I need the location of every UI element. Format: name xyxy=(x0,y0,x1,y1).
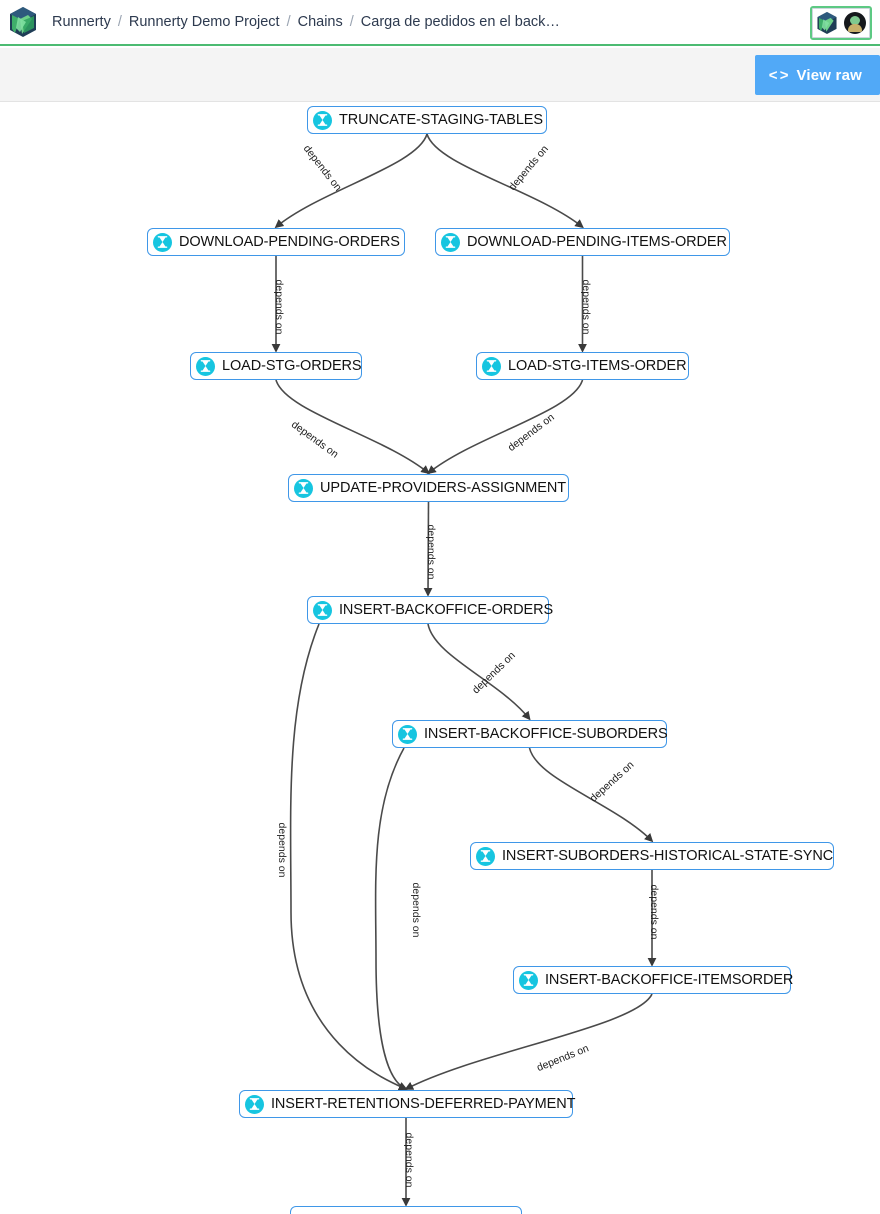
hourglass-icon xyxy=(482,356,501,376)
runnerty-logo-icon[interactable] xyxy=(816,11,838,35)
breadcrumb-item-2[interactable]: Chains xyxy=(298,14,343,30)
dag-node-label: INSERT-BACKOFFICE-SUBORDERS xyxy=(424,726,668,742)
hourglass-icon xyxy=(196,356,215,376)
dag-node-label: DOWNLOAD-PENDING-ORDERS xyxy=(179,234,400,250)
dag-node-label: INSERT-BACKOFFICE-ITEMSORDER xyxy=(545,972,794,988)
dag-node-label: INSERT-BACKOFFICE-ORDERS xyxy=(339,602,554,618)
dag-canvas[interactable]: depends on depends on depends on depends on… xyxy=(0,102,880,1214)
dag-edge-label: depends on xyxy=(506,411,557,454)
dag-edge-label: depends on xyxy=(588,759,637,805)
dag-edge-label: depends on xyxy=(301,143,344,194)
runnerty-logo-icon[interactable] xyxy=(8,6,38,38)
dag-node-insert-suborders-historical-state-sync[interactable]: INSERT-SUBORDERS-HISTORICAL-STATE-SYNC xyxy=(470,842,834,870)
dag-node-download-pending-orders[interactable]: DOWNLOAD-PENDING-ORDERS xyxy=(147,228,405,256)
hourglass-icon xyxy=(441,232,460,252)
dag-edge-label: depends on xyxy=(289,419,341,461)
hourglass-icon xyxy=(313,600,332,620)
hourglass-icon xyxy=(153,232,172,252)
breadcrumb-item-3: Carga de pedidos en el back… xyxy=(360,14,560,30)
app-header: Runnerty / Runnerty Demo Project / Chain… xyxy=(0,0,880,46)
breadcrumb-item-1[interactable]: Runnerty Demo Project xyxy=(129,14,280,30)
dag-edge-label: depends on xyxy=(580,280,592,335)
dag-edge-insert-backoffice-orders-to-insert-retentions-deferred-payment xyxy=(289,623,408,1091)
dag-node-download-pending-items-order[interactable]: DOWNLOAD-PENDING-ITEMS-ORDER xyxy=(435,228,730,256)
dag-node-label: TRUNCATE-STAGING-TABLES xyxy=(339,112,543,128)
dag-node-insert-retentions-deferred-payment[interactable]: INSERT-RETENTIONS-DEFERRED-PAYMENT xyxy=(239,1090,576,1118)
dag-node-insert-backoffice-orders[interactable]: INSERT-BACKOFFICE-ORDERS xyxy=(307,596,553,624)
dag-edge-label: depends on xyxy=(410,883,422,938)
hourglass-icon xyxy=(313,110,332,130)
dag-edge-insert-backoffice-orders-to-insert-backoffice-suborders xyxy=(427,623,531,721)
dag-node-label: LOAD-STG-ITEMS-ORDER xyxy=(508,358,687,374)
dag-node-next-node-clipped[interactable] xyxy=(290,1206,522,1214)
dag-edge-layer: depends on depends on depends on depends on… xyxy=(271,133,660,1207)
breadcrumb: Runnerty / Runnerty Demo Project / Chain… xyxy=(52,14,560,30)
dag-edge-label: depends on xyxy=(276,823,288,878)
dag-node-load-stg-orders[interactable]: LOAD-STG-ORDERS xyxy=(190,352,362,380)
dag-edge-label: depends on xyxy=(403,1133,415,1188)
dag-edge-label: depends on xyxy=(273,280,285,335)
dag-node-label: INSERT-SUBORDERS-HISTORICAL-STATE-SYNC xyxy=(502,848,834,864)
dag-edge-label: depends on xyxy=(506,143,551,193)
code-brackets-icon: < > xyxy=(768,66,789,84)
dag-node-insert-backoffice-suborders[interactable]: INSERT-BACKOFFICE-SUBORDERS xyxy=(392,720,668,748)
breadcrumb-separator: / xyxy=(117,14,122,30)
user-avatar-icon[interactable] xyxy=(844,12,866,34)
chain-toolbar: < > View raw xyxy=(0,48,880,102)
breadcrumb-separator: / xyxy=(349,14,354,30)
dag-node-label: INSERT-RETENTIONS-DEFERRED-PAYMENT xyxy=(271,1096,576,1112)
hourglass-icon xyxy=(245,1094,264,1114)
view-raw-button[interactable]: < > View raw xyxy=(754,55,880,95)
hourglass-icon xyxy=(519,970,538,990)
dag-node-insert-backoffice-itemsorder[interactable]: INSERT-BACKOFFICE-ITEMSORDER xyxy=(513,966,794,994)
dag-edge-label: depends on xyxy=(425,525,437,580)
dag-node-update-providers-assignment[interactable]: UPDATE-PROVIDERS-ASSIGNMENT xyxy=(288,474,569,502)
dag-edge-label: depends on xyxy=(470,649,518,696)
dag-edge-load-stg-items-order-to-update-providers-assignment xyxy=(427,379,584,475)
breadcrumb-separator: / xyxy=(286,14,291,30)
hourglass-icon xyxy=(476,846,495,866)
dag-edge-insert-backoffice-itemsorder-to-insert-retentions-deferred-payment xyxy=(404,993,653,1090)
hourglass-icon xyxy=(294,478,313,498)
dag-edge-label: depends on xyxy=(535,1042,591,1074)
dag-node-truncate-staging-tables[interactable]: TRUNCATE-STAGING-TABLES xyxy=(307,106,547,134)
breadcrumb-item-0[interactable]: Runnerty xyxy=(52,14,111,30)
header-actions xyxy=(810,6,872,40)
dag-node-label: UPDATE-PROVIDERS-ASSIGNMENT xyxy=(320,480,566,496)
dag-edge-insert-backoffice-suborders-to-insert-retentions-deferred-payment xyxy=(374,747,408,1091)
dag-node-load-stg-items-order[interactable]: LOAD-STG-ITEMS-ORDER xyxy=(476,352,689,380)
view-raw-label: View raw xyxy=(796,66,862,84)
dag-node-label: LOAD-STG-ORDERS xyxy=(222,358,362,374)
dag-edge-truncate-staging-tables-to-download-pending-orders xyxy=(274,133,428,229)
dag-edge-label: depends on xyxy=(648,885,660,940)
hourglass-icon xyxy=(398,724,417,744)
dag-node-label: DOWNLOAD-PENDING-ITEMS-ORDER xyxy=(467,234,727,250)
avatar-body xyxy=(848,24,862,32)
dag-edge-truncate-staging-tables-to-download-pending-items-order xyxy=(426,133,584,229)
